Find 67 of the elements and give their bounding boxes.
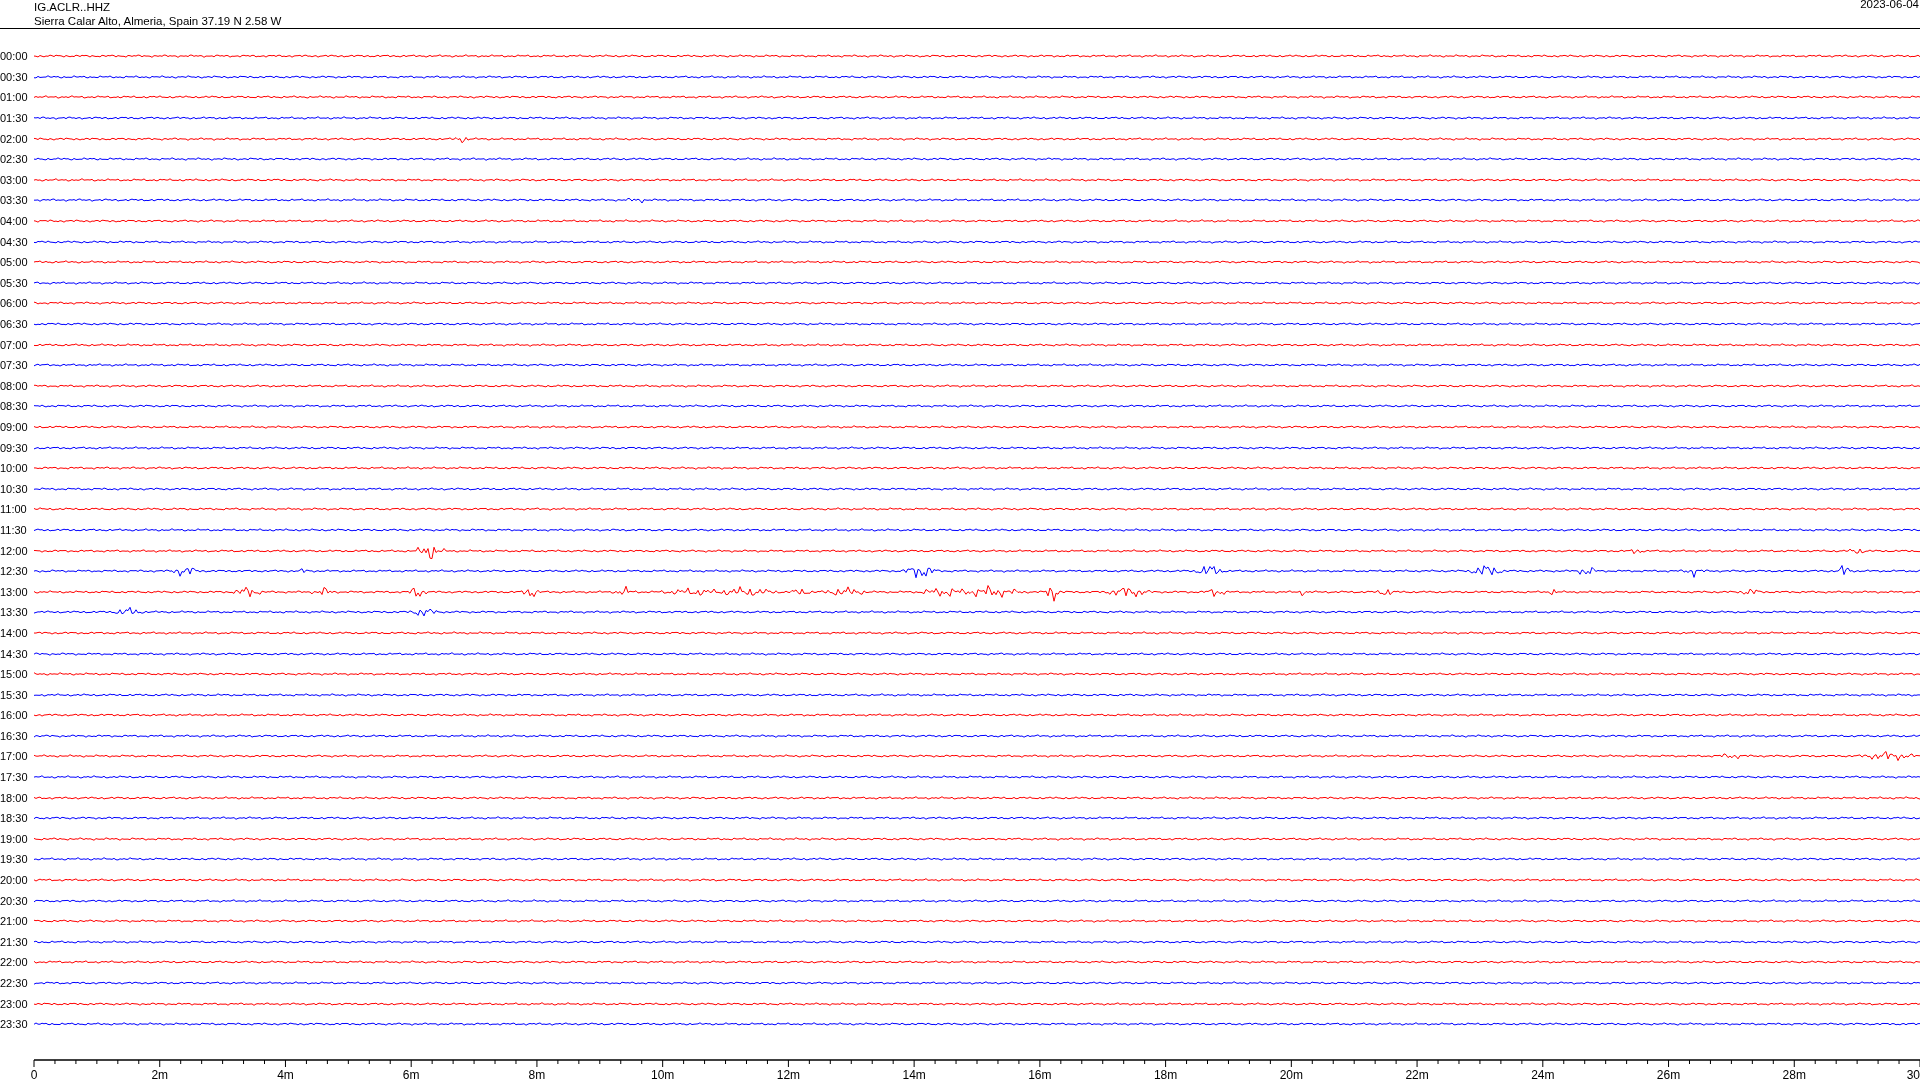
row-time-label: 21:00: [0, 915, 29, 928]
row-time-label: 12:00: [0, 544, 29, 557]
station-location: Sierra Calar Alto, Almeria, Spain 37.19 N 2.58 W: [34, 14, 282, 28]
row-time-label: 05:30: [0, 276, 29, 289]
row-time-label: 11:30: [0, 523, 28, 536]
row-time-label: 18:00: [0, 791, 29, 804]
axis-label: 10m: [651, 1067, 675, 1080]
row-time-label: 10:30: [0, 482, 29, 495]
axis-label: 4m: [277, 1067, 294, 1080]
row-time-label: 02:30: [0, 153, 29, 166]
row-time-label: 06:00: [0, 297, 29, 310]
row-time-label: 07:00: [0, 338, 29, 351]
row-time-label: 09:30: [0, 441, 29, 454]
row-time-label: 09:00: [0, 421, 29, 433]
row-time-label: 15:30: [0, 688, 29, 701]
plot-date: 2023-06-04: [1860, 0, 1919, 10]
row-time-label: 23:00: [0, 997, 29, 1010]
axis-label: 16m: [1028, 1067, 1052, 1080]
row-time-label: 08:00: [0, 379, 29, 392]
row-time-label: 17:30: [0, 771, 29, 784]
row-time-label: 20:30: [0, 894, 29, 907]
row-time-label: 22:00: [0, 956, 29, 969]
row-time-label: 03:00: [0, 173, 29, 186]
row-time-label: 01:30: [0, 112, 29, 125]
row-time-label: 04:30: [0, 235, 29, 248]
row-time-label: 20:00: [0, 874, 29, 887]
axis-label: 8m: [528, 1067, 546, 1080]
axis-label: 2m: [151, 1067, 169, 1080]
row-time-label: 04:00: [0, 215, 29, 228]
station-code: IG.ACLR..HHZ: [34, 0, 112, 14]
axis-label: 6m: [402, 1067, 420, 1080]
row-time-label: 16:00: [0, 709, 29, 722]
row-time-label: 00:00: [0, 50, 29, 63]
axis-label: 30: [1906, 1067, 1920, 1080]
row-time-label: 16:30: [0, 729, 29, 742]
axis-label: 28m: [1782, 1067, 1806, 1080]
row-time-label: 03:30: [0, 194, 29, 207]
axis-label: 14m: [902, 1067, 926, 1080]
axis-label: 22m: [1405, 1067, 1429, 1080]
row-time-label: 21:30: [0, 935, 29, 948]
row-time-label: 17:00: [0, 750, 29, 763]
axis-label: 18m: [1153, 1067, 1178, 1080]
row-time-label: 05:00: [0, 256, 29, 269]
axis-label: 12m: [776, 1067, 801, 1080]
row-time-label: 11:00: [0, 503, 28, 516]
row-time-label: 22:30: [0, 977, 29, 989]
axis-label: 26m: [1656, 1067, 1681, 1080]
row-time-label: 10:00: [0, 462, 29, 475]
row-time-label: 06:30: [0, 318, 29, 330]
row-time-label: 13:30: [0, 606, 29, 619]
row-time-label: 08:30: [0, 400, 29, 413]
row-time-label: 14:00: [0, 626, 29, 639]
row-time-label: 01:00: [0, 91, 29, 104]
axis-label: 0: [30, 1067, 38, 1080]
row-time-label: 19:00: [0, 832, 29, 845]
axis-label: 20m: [1279, 1067, 1303, 1080]
row-time-label: 13:00: [0, 585, 29, 598]
row-time-label: 02:00: [0, 132, 29, 145]
row-time-label: 18:30: [0, 812, 29, 825]
row-time-label: 23:30: [0, 1018, 29, 1031]
row-time-label: 14:30: [0, 647, 29, 660]
row-time-label: 00:30: [0, 70, 29, 83]
row-time-label: 15:00: [0, 668, 29, 681]
row-time-label: 07:30: [0, 359, 29, 372]
row-time-label: 12:30: [0, 565, 29, 578]
axis-label: 24m: [1531, 1067, 1555, 1080]
row-time-label: 19:30: [0, 853, 29, 866]
